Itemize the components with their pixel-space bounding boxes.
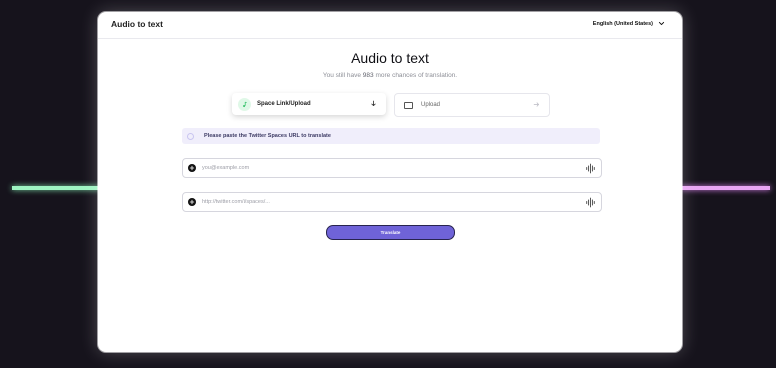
chevron-down-icon [658, 21, 665, 26]
quota-count: 983 [362, 72, 374, 79]
quota-suffix: more chances of translation. [375, 72, 458, 79]
info-banner: Please paste the Twitter Spaces URL to t… [182, 128, 600, 144]
translation-quota-text: You still have 983 more chances of trans… [98, 72, 682, 79]
spaces-url-input-row [182, 192, 602, 212]
plus-circle-icon[interactable] [188, 198, 196, 206]
arrow-down-icon [370, 100, 377, 109]
translate-button[interactable]: Translate [326, 225, 455, 240]
tab-space-link-upload[interactable]: Space Link/Upload [232, 93, 386, 115]
plus-circle-icon[interactable] [188, 164, 196, 172]
language-label: English (United States) [592, 20, 653, 27]
upload-box-icon [404, 101, 413, 109]
tab-space-link-upload-label: Space Link/Upload [257, 101, 311, 107]
spaces-url-field[interactable] [202, 199, 586, 205]
audio-wave-icon[interactable] [586, 163, 595, 174]
music-note-icon [238, 97, 251, 111]
language-select[interactable]: English (United States) [593, 20, 665, 27]
arrow-right-icon [533, 101, 540, 110]
email-field[interactable] [202, 165, 586, 171]
audio-wave-icon[interactable] [586, 197, 595, 208]
right-glow-line [681, 186, 770, 190]
page-title: Audio to text [351, 50, 429, 66]
app-title: Audio to text [111, 19, 163, 29]
app-window: Audio to text English (United States) Au… [98, 12, 682, 352]
left-glow-line [12, 186, 100, 190]
email-input-row [182, 158, 602, 178]
quota-prefix: You still have [322, 72, 361, 79]
info-message: Please paste the Twitter Spaces URL to t… [204, 133, 331, 139]
info-circle-icon [187, 132, 194, 140]
top-bar: Audio to text English (United States) [98, 12, 682, 39]
tab-upload[interactable]: Upload [394, 93, 550, 117]
tab-upload-label: Upload [421, 102, 441, 108]
